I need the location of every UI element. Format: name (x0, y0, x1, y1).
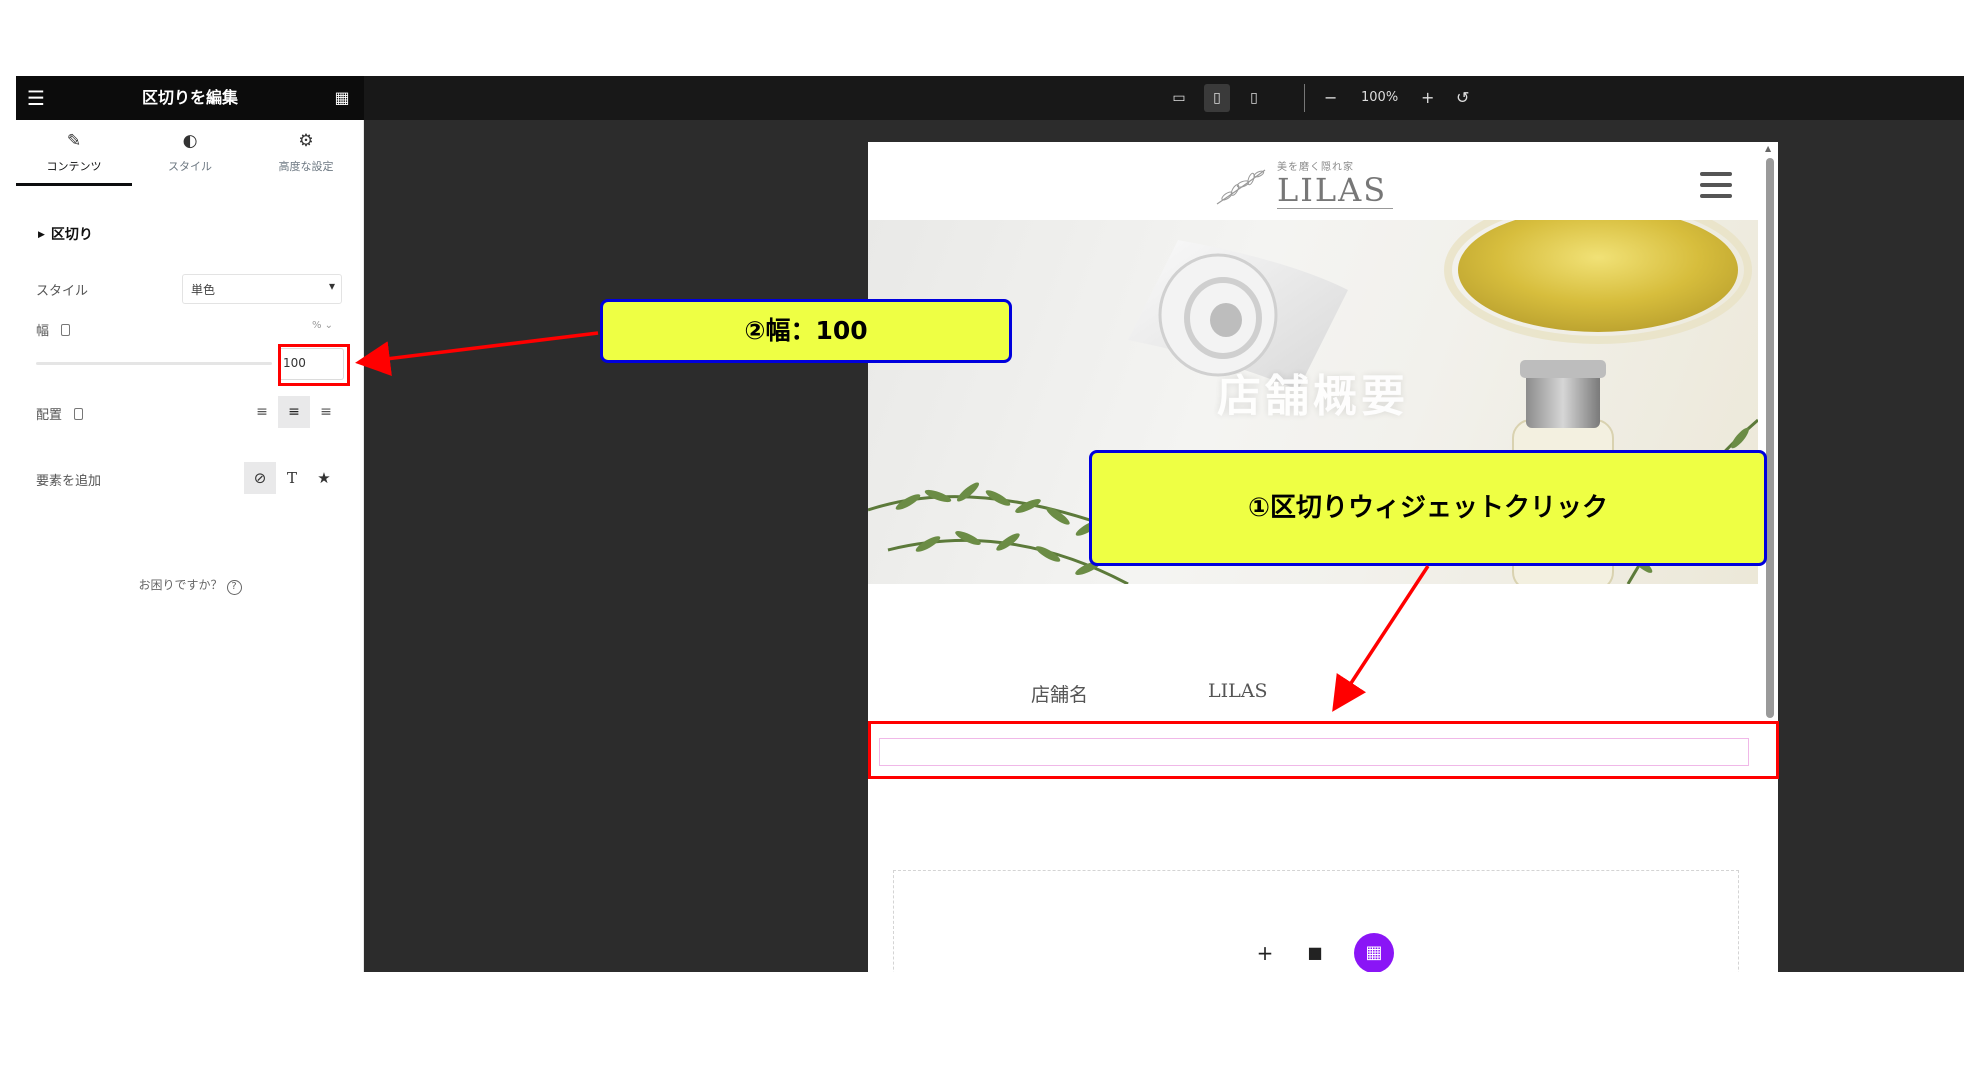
shop-name-label: 店舗名 (1031, 684, 1089, 706)
leaf-sprig-icon (1216, 169, 1266, 205)
unit-selector[interactable]: % ⌄ (312, 320, 333, 331)
scroll-up-icon[interactable]: ▲ (1765, 144, 1771, 153)
toolbar-divider (1304, 84, 1305, 112)
pencil-icon: ✎ (66, 131, 82, 151)
align-row-label: 配置 (36, 404, 84, 423)
panel-tabs: ✎ コンテンツ ◐ スタイル ⚙ 高度な設定 (16, 120, 364, 186)
tab-style-label: スタイル (168, 160, 212, 173)
add-section-area: + ■ ▦ (893, 870, 1739, 972)
tab-content[interactable]: ✎ コンテンツ (16, 120, 132, 186)
site-logo[interactable]: 美を磨く隠れ家 LILAS (1213, 156, 1403, 209)
help-link[interactable]: お困りですか？? (16, 576, 364, 595)
add-section-icon[interactable]: + (1245, 933, 1285, 972)
site-menu-icon[interactable] (1700, 172, 1732, 198)
reset-zoom-icon[interactable]: ↺ (1456, 84, 1469, 112)
gear-icon: ⚙ (298, 131, 314, 151)
width-label: 幅 (36, 324, 50, 339)
section-divider-toggle[interactable]: ▶ 区切り (38, 224, 93, 244)
width-input-highlight (278, 344, 350, 386)
zoom-in-icon[interactable]: + (1421, 84, 1434, 112)
add-element-label: 要素を追加 (36, 474, 102, 489)
tablet-responsive-icon[interactable] (74, 408, 84, 420)
divider-widget-highlight (868, 721, 1779, 779)
tablet-icon[interactable]: ▯ (1204, 84, 1230, 112)
dropdown-arrow-icon: ▾ (328, 279, 335, 293)
align-left-icon[interactable]: ≡ (246, 396, 278, 428)
tab-advanced[interactable]: ⚙ 高度な設定 (248, 120, 364, 186)
editor-header: ☰ 区切りを編集 ▦ (16, 76, 364, 120)
alignment-buttons: ≡ ≡ ≡ (246, 396, 342, 428)
tab-content-label: コンテンツ (46, 160, 102, 173)
caret-icon: ▶ (38, 230, 45, 240)
section-title-label: 区切り (50, 227, 93, 243)
callout-click-divider: ①区切りウィジェットクリック (1089, 450, 1767, 566)
top-toolbar: ▭ ▯ ▯ − 100% + ↺ (364, 76, 1964, 120)
align-right-icon[interactable]: ≡ (310, 396, 342, 428)
scrollbar-thumb[interactable] (1766, 158, 1774, 718)
folder-icon[interactable]: ■ (1295, 933, 1335, 972)
panel-title: 区切りを編集 (141, 88, 238, 107)
width-row-label: 幅 (36, 320, 71, 339)
align-label: 配置 (36, 408, 63, 423)
hero-title: 店舗概要 (1217, 371, 1409, 422)
mobile-icon[interactable]: ▯ (1241, 84, 1267, 112)
contrast-icon: ◐ (182, 131, 198, 151)
zoom-level: 100% (1361, 90, 1399, 105)
shop-name-value: LILAS (1208, 680, 1268, 702)
none-icon[interactable]: ⊘ (244, 462, 276, 494)
tablet-responsive-icon[interactable] (61, 324, 71, 336)
style-label: スタイル (36, 284, 89, 299)
callout-width: ②幅：100 (600, 299, 1012, 363)
desktop-icon[interactable]: ▭ (1166, 84, 1192, 112)
star-icon[interactable]: ★ (308, 462, 340, 494)
template-library-icon[interactable]: ▦ (1354, 933, 1394, 972)
tab-style[interactable]: ◐ スタイル (132, 120, 248, 186)
help-text: お困りですか？ (138, 578, 223, 592)
zoom-out-icon[interactable]: − (1324, 84, 1337, 112)
text-icon[interactable]: T (276, 462, 308, 494)
style-select[interactable]: 単色 ▾ (182, 274, 342, 304)
tab-advanced-label: 高度な設定 (278, 160, 334, 173)
help-icon: ? (226, 580, 242, 595)
style-select-value: 単色 (191, 283, 216, 297)
logo-name: LILAS (1277, 172, 1394, 209)
add-element-buttons: ⊘ T ★ (244, 462, 342, 494)
width-slider[interactable] (36, 362, 272, 365)
widgets-grid-icon[interactable]: ▦ (330, 86, 354, 110)
site-header: 美を磨く隠れ家 LILAS (868, 142, 1758, 220)
align-center-icon[interactable]: ≡ (278, 396, 310, 428)
settings-panel: ✎ コンテンツ ◐ スタイル ⚙ 高度な設定 ▶ 区切り スタイル 単色 ▾ 幅 … (16, 120, 364, 972)
